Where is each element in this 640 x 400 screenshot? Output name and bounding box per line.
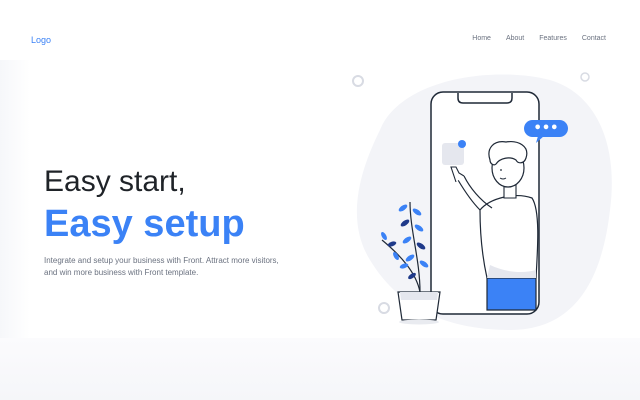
hero-title-bold: Easy setup bbox=[44, 203, 245, 245]
hero-illustration: ••• bbox=[352, 72, 612, 330]
notification-dot bbox=[458, 140, 466, 148]
landing-page: Logo Home About Features Contact Easy st… bbox=[0, 0, 640, 400]
nav-about[interactable]: About bbox=[506, 35, 524, 42]
background-shade-left bbox=[0, 60, 30, 340]
nav-features[interactable]: Features bbox=[539, 35, 567, 42]
hero-description: Integrate and setup your business with F… bbox=[44, 256, 279, 277]
main-nav: Home About Features Contact bbox=[472, 35, 606, 42]
hero-title-light: Easy start, bbox=[44, 165, 186, 198]
nav-home[interactable]: Home bbox=[472, 35, 491, 42]
decor-ring-bottom bbox=[378, 302, 390, 314]
decor-ring-right bbox=[580, 72, 590, 82]
decor-ring-top bbox=[352, 75, 364, 87]
background-shade-bottom bbox=[0, 338, 640, 400]
chat-bubble-dots: ••• bbox=[534, 121, 559, 136]
nav-contact[interactable]: Contact bbox=[582, 35, 606, 42]
logo-link[interactable]: Logo bbox=[31, 35, 51, 45]
